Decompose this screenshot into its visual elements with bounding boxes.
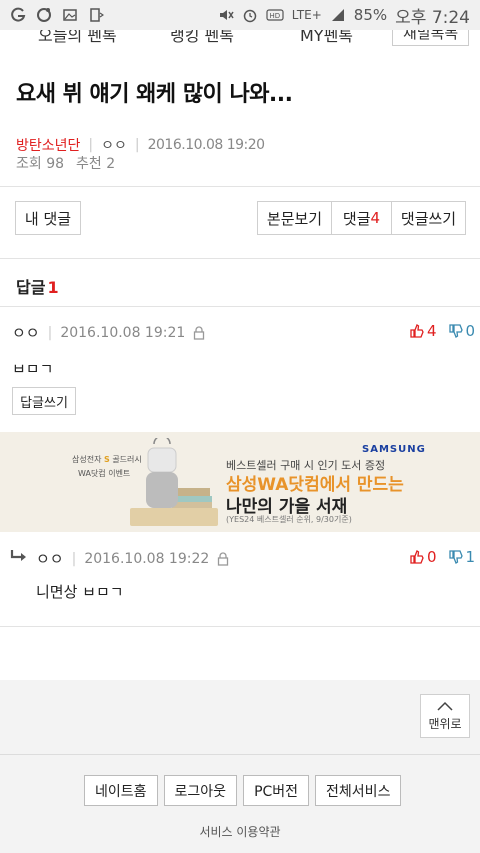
svg-text:HD: HD (269, 12, 280, 20)
post-meta: 방탄소년단 | ㅇㅇ | 2016.10.08 19:20 (16, 135, 265, 155)
divider (0, 186, 480, 187)
post-author: ㅇㅇ (101, 138, 127, 154)
tab-ranking[interactable]: 랭킹 펜톡 (170, 30, 234, 46)
clock: 오후 7:24 (395, 7, 470, 28)
scroll-to-top-label: 맨위로 (428, 716, 462, 731)
comments-label: 댓글 (342, 209, 371, 228)
meta-separator: | (88, 137, 94, 153)
all-services-button[interactable]: 전체서비스 (315, 775, 402, 806)
meta-separator: | (71, 550, 77, 567)
my-comment-button[interactable]: 내 댓글 (15, 201, 81, 235)
alarm-icon (243, 9, 257, 23)
phone-device-icon (90, 8, 104, 22)
recommend-count: 추천 2 (76, 156, 116, 172)
ad-event: WA닷컴 이벤트 (78, 469, 131, 478)
write-comment-button[interactable]: 댓글쓰기 (392, 202, 465, 234)
thumbs-up-icon (410, 550, 424, 564)
divider (0, 754, 480, 755)
chat-icon (37, 8, 51, 22)
ad-product-image (130, 438, 218, 526)
comment-body: ㅂㅁㄱ (12, 360, 54, 378)
pc-version-button[interactable]: PC버전 (243, 775, 310, 806)
comment-votes: 4 0 (410, 322, 475, 340)
thumbs-down-icon (448, 324, 463, 338)
comment-author: ㅇㅇ (36, 550, 64, 568)
thumbs-down-icon (448, 550, 463, 564)
divider (0, 306, 480, 307)
chevron-up-icon (437, 701, 453, 711)
post-date: 2016.10.08 19:20 (147, 137, 265, 153)
tab-today[interactable]: 오늘의 펜톡 (38, 30, 117, 46)
hd-icon: HD (266, 9, 284, 21)
downvote-count: 1 (465, 548, 476, 566)
network-type: LTE+ (291, 8, 322, 22)
post-stats: 조회 98 추천 2 (16, 153, 115, 173)
comment-votes: 0 1 (410, 548, 475, 566)
top-tab-strip: 오늘의 펜톡 랭킹 펜톡 MY펜톡 재밀폭독 (0, 30, 480, 46)
mute-icon (219, 10, 234, 20)
terms-link[interactable]: 서비스 이용약관 (0, 823, 480, 840)
comment-button-group: 본문보기 댓글 4 댓글쓰기 (257, 201, 466, 235)
post-title: 요새 뷔 얘기 왜케 많이 나와... (16, 82, 293, 107)
upvote-button[interactable]: 4 (410, 322, 437, 340)
footer-buttons: 네이트홈 로그아웃 PC버전 전체서비스 (84, 775, 402, 806)
ad-brand-highlight: S (104, 455, 110, 464)
comment-header: ㅇㅇ | 2016.10.08 19:21 (12, 322, 205, 343)
view-count: 조회 98 (16, 156, 65, 172)
app-g-icon (11, 7, 26, 22)
lock-icon (218, 551, 229, 566)
comment-date: 2016.10.08 19:21 (60, 324, 186, 341)
upvote-button[interactable]: 0 (410, 548, 437, 566)
nate-home-button[interactable]: 네이트홈 (84, 775, 158, 806)
comment-author: ㅇㅇ (12, 324, 40, 342)
signal-icon (331, 9, 344, 21)
battery-percent: 85% (353, 6, 388, 24)
ad-banner[interactable]: 삼성전자 S 골드러시 WA닷컴 이벤트 SAMSUNG 베스트셀러 구매 시 … (0, 432, 480, 532)
ad-line4: (YES24 베스트셀러 순위, 9/30기준) (226, 515, 352, 524)
logout-button[interactable]: 로그아웃 (163, 775, 238, 806)
downvote-count: 0 (465, 322, 476, 340)
status-bar: HD LTE+ 85% 오후 7:24 (0, 0, 480, 30)
downvote-button[interactable]: 0 (448, 322, 476, 340)
gallery-icon (63, 9, 77, 21)
replies-header: 답글 1 (16, 274, 59, 298)
divider (0, 626, 480, 627)
samsung-logo: SAMSUNG (362, 444, 426, 455)
comments-button[interactable]: 댓글 4 (332, 202, 392, 234)
comment-date: 2016.10.08 19:22 (84, 550, 210, 567)
tab-fourth[interactable]: 재밀폭독 (392, 30, 470, 46)
thumbs-up-icon (410, 324, 424, 338)
ad-brand-left: 삼성전자 (72, 455, 102, 464)
comment-body: 니면상 ㅂㅁㄱ (36, 583, 124, 601)
tab-my[interactable]: MY펜톡 (300, 30, 353, 46)
meta-separator: | (134, 137, 140, 153)
scroll-to-top-button[interactable]: 맨위로 (420, 694, 470, 738)
comments-count: 4 (370, 209, 381, 227)
comment-header: ㅇㅇ | 2016.10.08 19:22 (36, 548, 229, 569)
view-body-button[interactable]: 본문보기 (258, 202, 332, 234)
divider (0, 258, 480, 259)
upvote-count: 0 (427, 548, 437, 566)
meta-separator: | (47, 324, 53, 341)
lock-icon (194, 325, 205, 340)
reply-arrow-icon (10, 550, 26, 561)
board-name[interactable]: 방탄소년단 (16, 135, 80, 155)
upvote-count: 4 (427, 322, 437, 340)
write-reply-button[interactable]: 답글쓰기 (12, 387, 76, 415)
replies-label: 답글 (16, 278, 46, 297)
downvote-button[interactable]: 1 (448, 548, 476, 566)
replies-count: 1 (47, 278, 59, 297)
